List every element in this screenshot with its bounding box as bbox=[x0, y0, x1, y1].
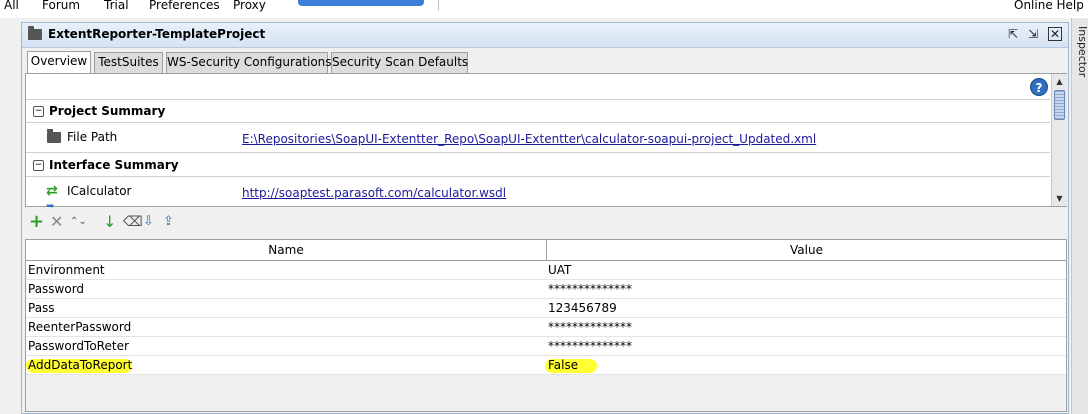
move-up-down-icon[interactable]: ⌃⌄ bbox=[70, 213, 87, 231]
help-icon[interactable]: ? bbox=[1030, 78, 1048, 96]
scrollbar-thumb[interactable] bbox=[1054, 90, 1065, 120]
scroll-up-icon[interactable]: ▲ bbox=[1052, 74, 1067, 89]
window-titlebar: ExtentReporter-TemplateProject ⇱ ⇲ ✕ bbox=[22, 23, 1068, 48]
property-value[interactable]: ************** bbox=[548, 339, 632, 353]
interface-wsdl-link[interactable]: http://soaptest.parasoft.com/calculator.… bbox=[242, 186, 506, 200]
tab-ws-security[interactable]: WS-Security Configurations bbox=[166, 52, 332, 73]
menu-item-all[interactable]: All bbox=[4, 0, 19, 12]
project-window: ExtentReporter-TemplateProject ⇱ ⇲ ✕ Ove… bbox=[21, 22, 1069, 414]
property-value[interactable]: ************** bbox=[548, 282, 632, 296]
column-header-name[interactable]: Name bbox=[26, 240, 547, 261]
inspector-label[interactable]: Inspector bbox=[1076, 26, 1088, 77]
file-path-label: File Path bbox=[67, 130, 118, 144]
interface-summary-title: Interface Summary bbox=[49, 158, 179, 172]
property-value[interactable]: False bbox=[548, 358, 578, 372]
remove-icon[interactable]: ✕ bbox=[50, 213, 63, 231]
clear-icon[interactable]: ⌫ bbox=[123, 213, 143, 231]
tab-security-scan-defaults[interactable]: Security Scan Defaults bbox=[331, 52, 468, 73]
scroll-down-icon[interactable]: ▼ bbox=[1052, 191, 1067, 206]
overview-summary-panel: ? − Project Summary File Path E:\Reposit… bbox=[25, 73, 1067, 212]
property-name[interactable]: ReenterPassword bbox=[28, 320, 131, 334]
property-name[interactable]: PasswordToReter bbox=[28, 339, 129, 353]
project-summary-title: Project Summary bbox=[49, 104, 166, 118]
file-path-link[interactable]: E:\Repositories\SoapUI-Extentter_Repo\So… bbox=[242, 132, 816, 146]
undock-icon[interactable]: ⇱ bbox=[1005, 26, 1021, 42]
menu-item-trial[interactable]: Trial bbox=[104, 0, 129, 12]
table-row[interactable]: ReenterPassword ************** bbox=[26, 318, 1066, 337]
divider bbox=[26, 152, 1050, 153]
divider bbox=[26, 122, 1050, 123]
property-name[interactable]: AddDataToReport bbox=[28, 358, 132, 372]
property-value[interactable]: ************** bbox=[548, 320, 632, 334]
tab-testsuites[interactable]: TestSuites bbox=[94, 52, 163, 73]
property-name[interactable]: Password bbox=[28, 282, 84, 296]
export-icon[interactable]: ⇪ bbox=[163, 213, 174, 231]
top-menu-bar: All Forum Trial Preferences Proxy Online… bbox=[0, 0, 1088, 18]
import-icon[interactable]: ⇩ bbox=[143, 213, 154, 231]
window-title: ExtentReporter-TemplateProject bbox=[48, 27, 266, 41]
property-value[interactable]: UAT bbox=[548, 263, 571, 277]
property-name[interactable]: Pass bbox=[28, 301, 55, 315]
folder-icon bbox=[47, 129, 61, 143]
divider bbox=[26, 176, 1050, 177]
project-folder-icon bbox=[28, 26, 42, 40]
close-icon[interactable]: ✕ bbox=[1048, 27, 1062, 41]
summary-scrollbar[interactable]: ▲ ▼ bbox=[1051, 74, 1067, 206]
table-row[interactable]: AddDataToReport False bbox=[26, 356, 1066, 375]
table-row[interactable]: Pass 123456789 bbox=[26, 299, 1066, 318]
table-row[interactable]: PasswordToReter ************** bbox=[26, 337, 1066, 356]
properties-table: Name Value Environment UAT Password ****… bbox=[25, 239, 1067, 412]
properties-toolbar: + ✕ ⌃⌄ ↓ ⌫ ⇩ ⇪ bbox=[25, 213, 325, 233]
online-help-link[interactable]: Online Help bbox=[1014, 0, 1084, 12]
collapse-interface-summary-icon[interactable]: − bbox=[33, 160, 44, 171]
detach-icon[interactable]: ⇲ bbox=[1025, 26, 1041, 42]
move-down-icon[interactable]: ↓ bbox=[103, 213, 116, 231]
menu-divider bbox=[438, 0, 439, 10]
inspector-side-strip[interactable] bbox=[1071, 18, 1088, 414]
tab-overview[interactable]: Overview bbox=[27, 51, 91, 73]
table-row[interactable]: Environment UAT bbox=[26, 261, 1066, 280]
menu-item-proxy[interactable]: Proxy bbox=[233, 0, 266, 12]
menu-item-forum[interactable]: Forum bbox=[42, 0, 80, 12]
column-header-value[interactable]: Value bbox=[547, 240, 1066, 261]
add-icon[interactable]: + bbox=[29, 213, 44, 231]
collapse-project-summary-icon[interactable]: − bbox=[33, 106, 44, 117]
top-action-button[interactable] bbox=[298, 0, 424, 6]
property-name[interactable]: Environment bbox=[28, 263, 105, 277]
interface-icon: ⇄ bbox=[46, 183, 58, 199]
divider bbox=[26, 99, 1050, 100]
menu-item-preferences[interactable]: Preferences bbox=[149, 0, 220, 12]
interface-name: ICalculator bbox=[67, 184, 132, 198]
table-row[interactable]: Password ************** bbox=[26, 280, 1066, 299]
property-value[interactable]: 123456789 bbox=[548, 301, 617, 315]
